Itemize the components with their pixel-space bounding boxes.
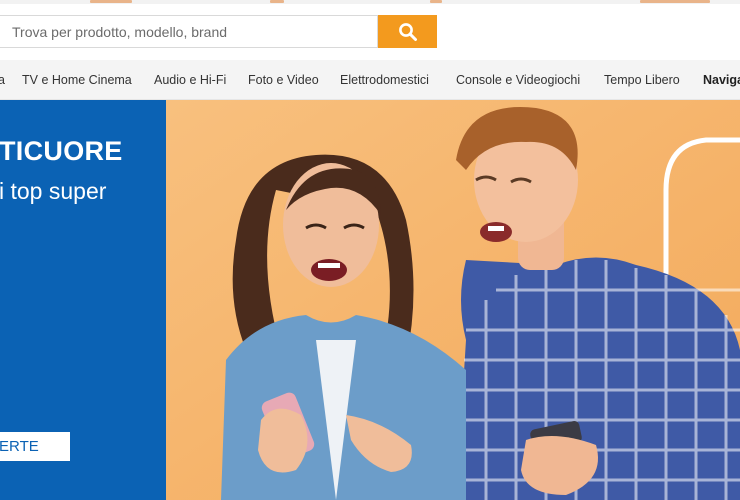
search-bar — [0, 15, 740, 48]
top-strip — [0, 0, 740, 4]
nav-item-foto-video[interactable]: Foto e Video — [248, 60, 319, 99]
top-strip-fragment — [270, 0, 284, 3]
search-input[interactable] — [0, 15, 378, 48]
hero-banner[interactable]: TICUORE i top super ERTE — [0, 100, 740, 500]
nav-item-tempo-libero[interactable]: Tempo Libero — [604, 60, 680, 99]
search-icon — [398, 22, 417, 41]
hero-photo — [166, 100, 740, 500]
hero-title: TICUORE — [0, 136, 123, 166]
top-strip-fragment — [430, 0, 442, 3]
hero-cta-button[interactable]: ERTE — [0, 432, 70, 461]
nav-item-naviga[interactable]: Naviga — [703, 60, 740, 99]
nav-item-tv-home-cinema[interactable]: TV e Home Cinema — [22, 60, 132, 99]
nav-item-partial[interactable]: a — [0, 60, 5, 99]
hero-text-panel: TICUORE i top super ERTE — [0, 100, 166, 500]
nav-item-elettrodomestici[interactable]: Elettrodomestici — [340, 60, 429, 99]
hero-subtitle: i top super — [0, 178, 107, 204]
top-strip-fragment — [640, 0, 710, 3]
category-navbar: a TV e Home Cinema Audio e Hi-Fi Foto e … — [0, 60, 740, 100]
nav-item-console-videogiochi[interactable]: Console e Videogiochi — [456, 60, 580, 99]
search-button[interactable] — [378, 15, 437, 48]
top-strip-fragment — [90, 0, 132, 3]
nav-item-audio-hifi[interactable]: Audio e Hi-Fi — [154, 60, 226, 99]
